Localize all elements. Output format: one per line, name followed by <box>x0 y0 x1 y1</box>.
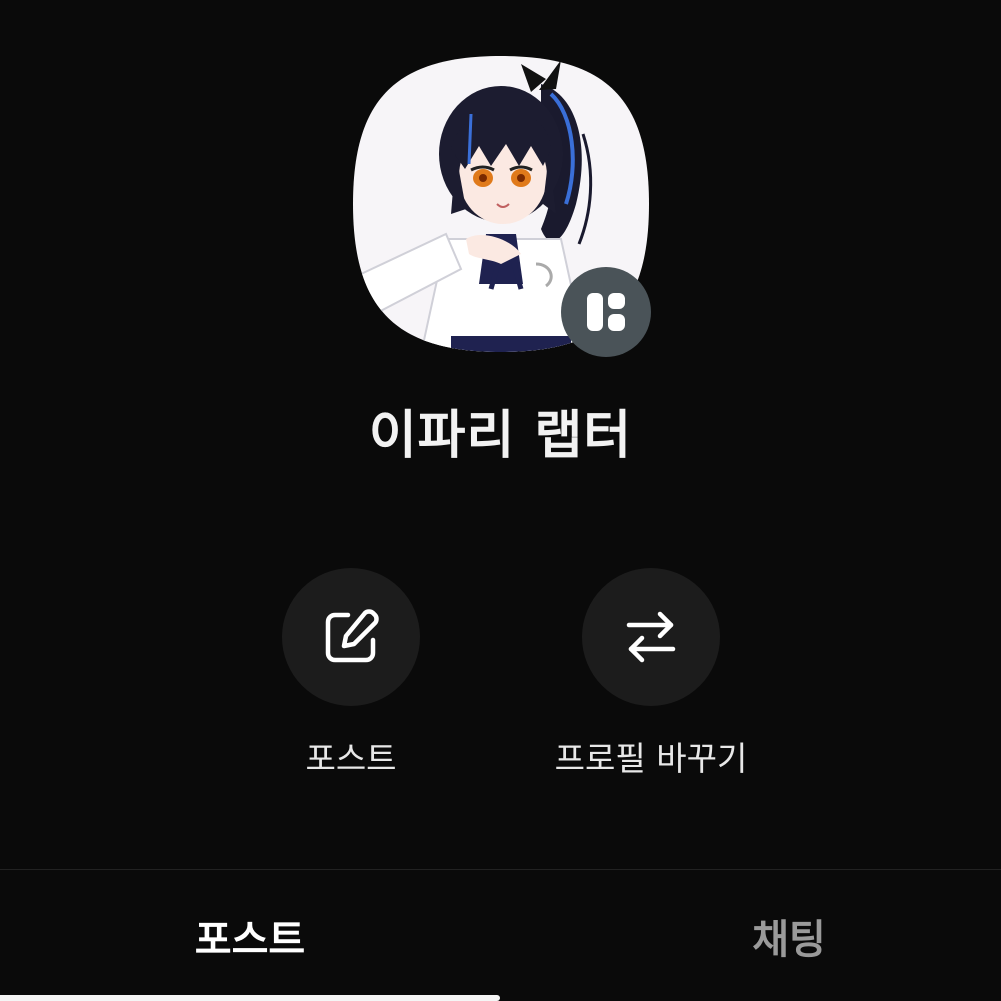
tab-chat[interactable]: 채팅 <box>539 870 1001 1001</box>
tab-posts[interactable]: 포스트 <box>0 870 500 1001</box>
change-profile-button[interactable] <box>582 568 720 706</box>
profile-name: 이파리 랩터 <box>368 406 633 466</box>
edit-icon <box>325 609 379 663</box>
avatar-badge[interactable] <box>561 267 651 357</box>
swap-arrows-icon <box>626 611 676 663</box>
post-label: 포스트 <box>305 739 397 778</box>
post-button[interactable] <box>282 568 420 706</box>
change-profile-action[interactable]: 프로필 바꾸기 <box>531 568 771 780</box>
change-profile-label: 프로필 바꾸기 <box>554 739 748 778</box>
profile-screen: 이파리 랩터 포스트 프로필 바꾸기 포스트 채팅 <box>0 0 1001 1001</box>
grid-layout-icon <box>587 293 625 331</box>
avatar-container[interactable] <box>351 54 651 357</box>
post-action[interactable]: 포스트 <box>231 568 471 780</box>
selected-tab-indicator <box>0 995 500 1001</box>
